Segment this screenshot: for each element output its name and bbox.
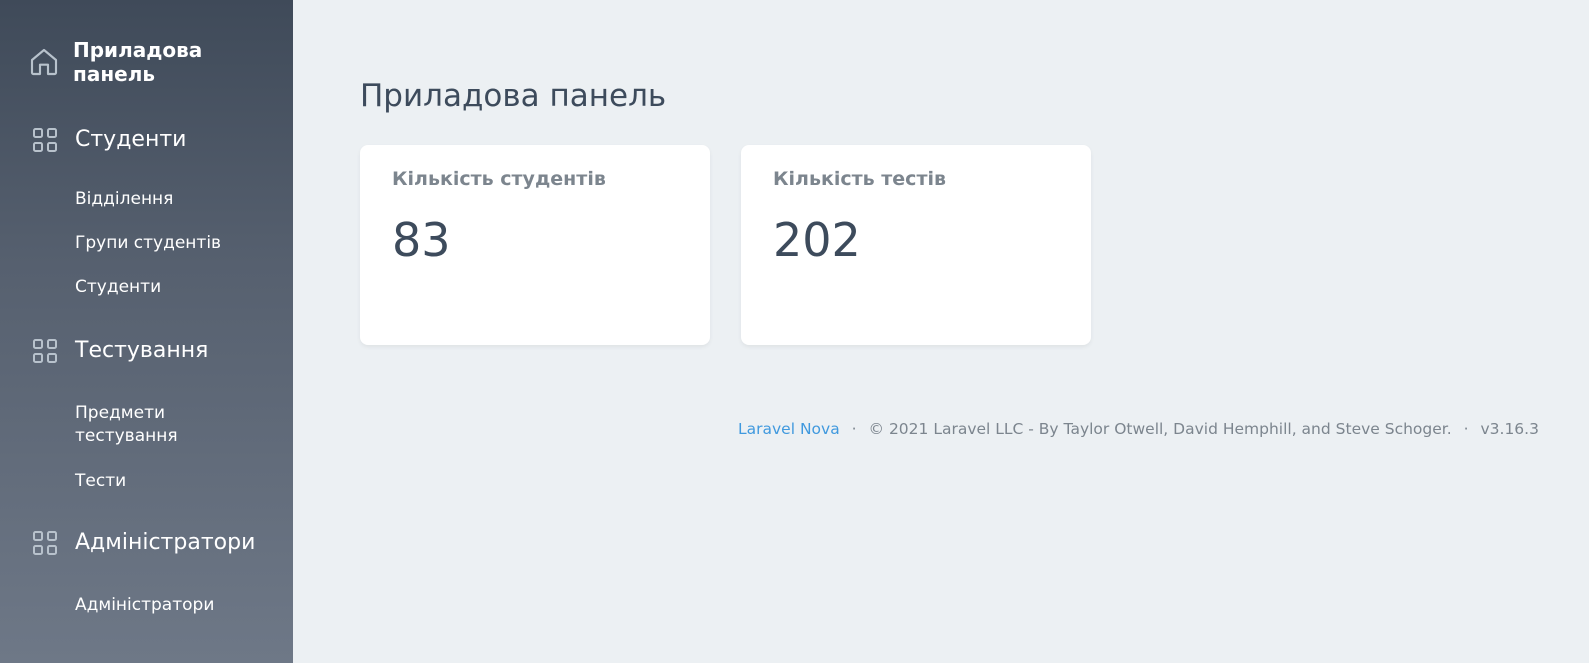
sidebar-group-students[interactable]: Студенти: [32, 127, 186, 153]
sidebar-item-test-subjects[interactable]: Предмети тестування: [75, 402, 225, 448]
metric-card-value: 202: [773, 213, 861, 267]
sidebar-group-testing[interactable]: Тестування: [32, 338, 208, 364]
app: Приладова панель Студенти Відділення Гру…: [0, 0, 1589, 663]
main-content: Приладова панель Кількість студентів 83 …: [293, 0, 1589, 663]
footer-separator: ·: [1463, 420, 1469, 438]
grid-icon: [32, 127, 58, 153]
sidebar-item-label: Приладова панель: [73, 38, 203, 86]
footer-version: v3.16.3: [1480, 420, 1539, 438]
sidebar-item-admins[interactable]: Адміністратори: [75, 594, 265, 617]
sidebar-item-student-groups[interactable]: Групи студентів: [75, 232, 265, 255]
sidebar-item-dashboard[interactable]: Приладова панель: [28, 38, 253, 86]
grid-icon: [32, 338, 58, 364]
sidebar-group-admins[interactable]: Адміністратори: [32, 530, 255, 556]
metric-card-title: Кількість тестів: [773, 168, 946, 190]
sidebar-item-tests[interactable]: Тести: [75, 470, 265, 493]
grid-icon: [32, 530, 58, 556]
home-icon: [28, 46, 60, 78]
footer-separator: ·: [851, 420, 857, 438]
sidebar-item-students[interactable]: Студенти: [75, 276, 265, 299]
metric-card-tests: Кількість тестів 202: [741, 145, 1091, 345]
page-title: Приладова панель: [360, 78, 667, 114]
sidebar-item-departments[interactable]: Відділення: [75, 188, 265, 211]
sidebar-group-label: Адміністратори: [75, 530, 256, 555]
metric-card-value: 83: [392, 213, 451, 267]
footer-brand-link[interactable]: Laravel Nova: [738, 420, 840, 438]
sidebar-group-label: Тестування: [75, 338, 209, 363]
footer-copyright: © 2021 Laravel LLC - By Taylor Otwell, D…: [868, 420, 1452, 438]
metric-card-title: Кількість студентів: [392, 168, 606, 190]
footer: Laravel Nova · © 2021 Laravel LLC - By T…: [738, 418, 1539, 440]
metric-card-students: Кількість студентів 83: [360, 145, 710, 345]
sidebar: Приладова панель Студенти Відділення Гру…: [0, 0, 293, 663]
sidebar-group-label: Студенти: [75, 127, 187, 152]
